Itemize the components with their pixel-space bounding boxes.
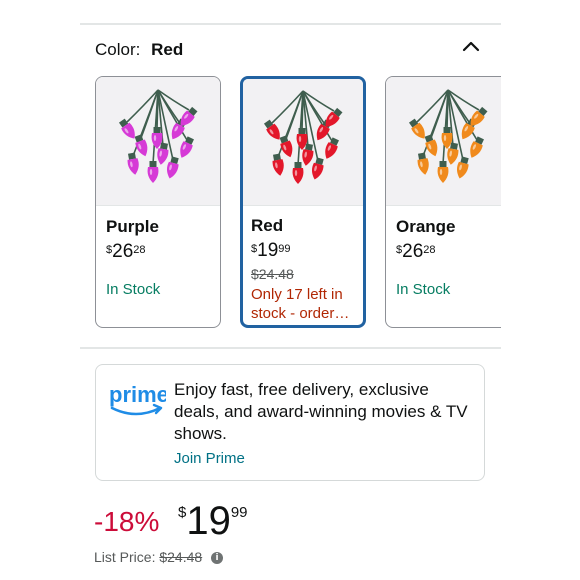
- info-icon[interactable]: i: [211, 552, 224, 565]
- swatch-price: $1999: [251, 240, 291, 261]
- color-swatch-list: Purple $2628 In Stock Red $1999 $24.48 O…: [95, 76, 501, 332]
- swatch-red[interactable]: Red $1999 $24.48 Only 17 left in stock -…: [240, 76, 366, 328]
- light-string-image: [408, 89, 488, 183]
- stock-status: In Stock: [106, 281, 161, 298]
- swatch-price: $2628: [396, 241, 436, 262]
- list-price: List Price: $24.48 i: [94, 549, 224, 565]
- selected-color-value: Red: [151, 40, 184, 59]
- swatch-image: [96, 77, 220, 206]
- prime-promo-card: prime Enjoy fast, free delivery, exclusi…: [95, 364, 485, 481]
- prime-message: Enjoy fast, free delivery, exclusive dea…: [174, 380, 468, 443]
- discount-percent: -18%: [94, 506, 160, 537]
- swatch-name: Purple: [106, 217, 159, 236]
- stock-status: In Stock: [396, 281, 451, 298]
- list-price-label: List Price:: [94, 549, 156, 565]
- swatch-name: Red: [251, 216, 284, 235]
- swatch-purple[interactable]: Purple $2628 In Stock: [95, 76, 221, 328]
- light-string-image: [118, 89, 198, 183]
- top-divider: [80, 23, 501, 25]
- color-selector-header: Color: Red: [95, 40, 183, 60]
- stock-status: Only 17 left in stock - order…: [251, 286, 350, 322]
- swatch-image: [243, 79, 363, 206]
- swatch-list-price: $24.48: [251, 266, 294, 282]
- swatch-orange[interactable]: Orange $2628 In Stock: [385, 76, 501, 328]
- swatch-name: Orange: [396, 217, 456, 236]
- chevron-up-icon[interactable]: [460, 36, 482, 58]
- color-label: Color:: [95, 40, 141, 59]
- light-string-image: [263, 90, 343, 184]
- join-prime-link[interactable]: Join Prime: [174, 450, 245, 467]
- current-price: $1999: [178, 499, 248, 543]
- section-divider: [80, 347, 501, 349]
- swatch-price: $2628: [106, 241, 146, 262]
- svg-text:prime: prime: [109, 382, 166, 407]
- prime-logo: prime: [108, 381, 169, 426]
- swatch-image: [386, 77, 501, 206]
- list-price-amount: $24.48: [159, 549, 203, 565]
